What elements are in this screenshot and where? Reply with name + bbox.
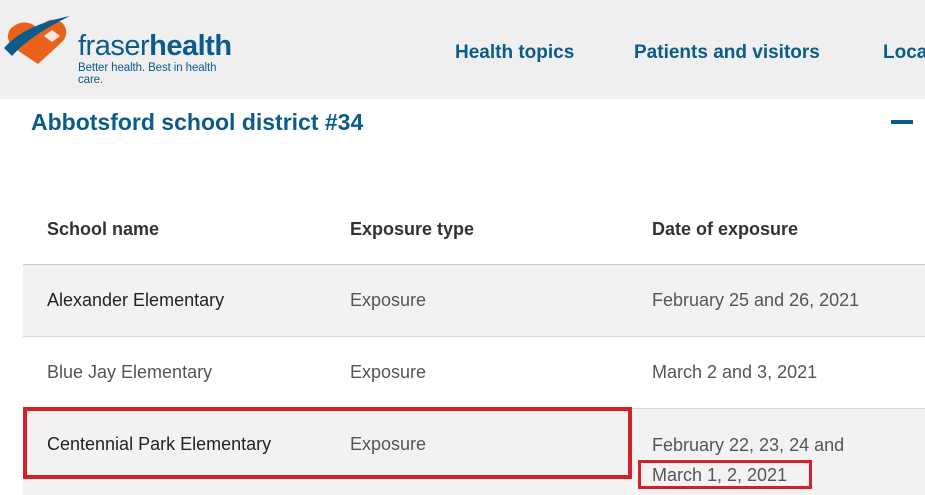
table-header: School name Exposure type Date of exposu…: [23, 192, 925, 265]
nav-patients-and-visitors[interactable]: Patients and visitors: [634, 42, 820, 64]
nav-locations[interactable]: Loca: [883, 42, 925, 64]
minus-icon[interactable]: [891, 120, 913, 124]
table-row: Blue Jay Elementary Exposure March 2 and…: [23, 337, 925, 409]
cell-date: March 2 and 3, 2021: [652, 362, 818, 382]
brand-tagline: Better health. Best in health care.: [78, 62, 217, 86]
cell-type: Exposure: [350, 290, 427, 310]
cell-date: February 25 and 26, 2021: [652, 290, 860, 310]
site-header: fraserhealth Better health. Best in heal…: [0, 0, 925, 99]
fraser-health-logo[interactable]: fraserhealth Better health. Best in heal…: [4, 12, 244, 86]
highlight-box-school: [23, 407, 632, 479]
cell-school: Blue Jay Elementary: [47, 362, 213, 382]
brand-name-part2: health: [149, 30, 232, 62]
cell-type: Exposure: [350, 362, 427, 382]
heart-logo-icon: [4, 16, 70, 64]
header-date-of-exposure: Date of exposure: [652, 219, 799, 239]
brand-wordmark: fraserhealth: [78, 30, 232, 63]
brand-name-part1: fraser: [78, 30, 150, 62]
cell-school: Alexander Elementary: [47, 290, 225, 310]
cell-date-line1: February 22, 23, 24 and: [652, 435, 845, 455]
table-row: Alexander Elementary Exposure February 2…: [23, 265, 925, 337]
section-title[interactable]: Abbotsford school district #34: [31, 109, 363, 136]
nav-health-topics[interactable]: Health topics: [455, 42, 574, 64]
header-exposure-type: Exposure type: [350, 219, 475, 239]
highlight-box-date: [638, 460, 812, 489]
header-school-name: School name: [47, 219, 160, 239]
